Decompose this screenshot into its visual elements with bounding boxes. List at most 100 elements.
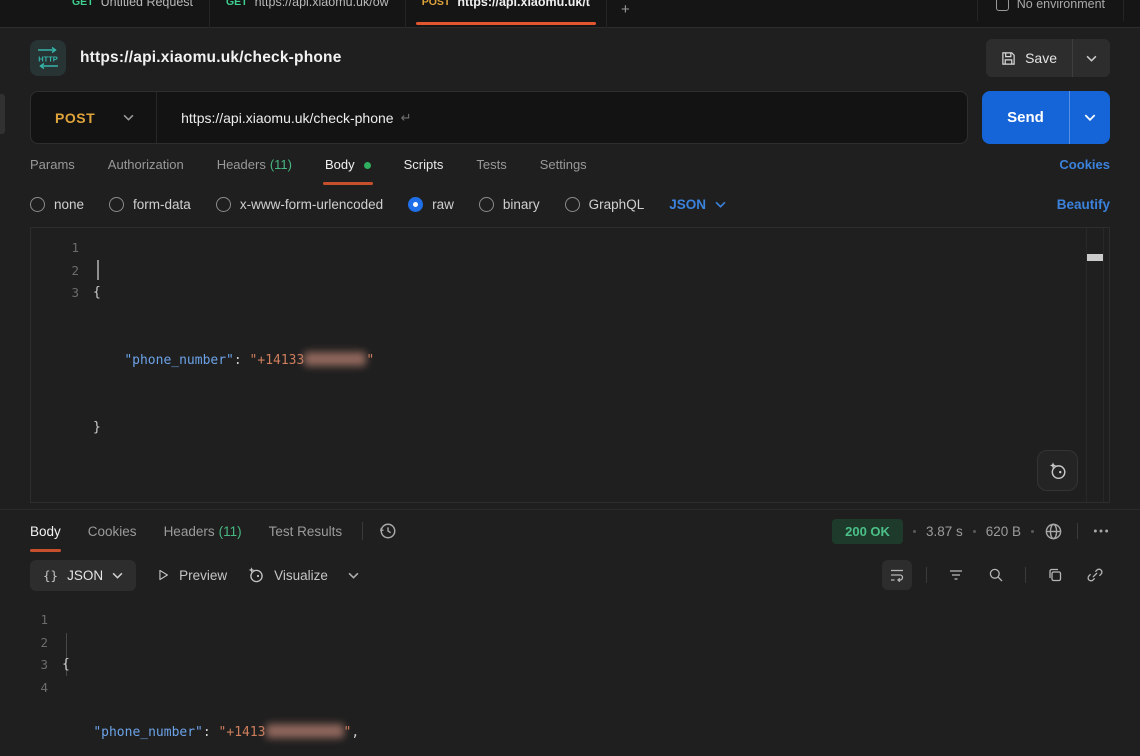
- language-selector[interactable]: JSON: [669, 197, 726, 212]
- mode-graphql[interactable]: GraphQL: [565, 197, 645, 212]
- response-format-label: JSON: [67, 568, 103, 583]
- more-actions-icon[interactable]: [1092, 522, 1110, 540]
- mode-none[interactable]: none: [30, 197, 84, 212]
- mode-binary[interactable]: binary: [479, 197, 540, 212]
- method-label: POST: [55, 110, 95, 126]
- wrap-text-icon[interactable]: [882, 560, 912, 590]
- visualize-button[interactable]: Visualize: [247, 566, 328, 584]
- environment-label: No environment: [1017, 0, 1105, 11]
- dot-separator: [973, 530, 976, 533]
- line-numbers: 1 2 3 4: [0, 609, 48, 699]
- radio-icon[interactable]: [479, 197, 494, 212]
- filter-icon[interactable]: [941, 560, 971, 590]
- response-tab-body[interactable]: Body: [30, 510, 61, 552]
- environment-area: No environment: [977, 0, 1140, 27]
- line-numbers: 1 2 3: [31, 237, 79, 305]
- cookies-link[interactable]: Cookies: [1059, 157, 1110, 185]
- response-body-code[interactable]: { "phone_number": "+1413", "status": "可用…: [62, 609, 1100, 756]
- svg-text:HTTP: HTTP: [38, 55, 58, 64]
- save-icon: [1001, 51, 1016, 66]
- response-format-selector[interactable]: {} JSON: [30, 560, 136, 591]
- window-tabs: GET Untitled Request GET https://api.xia…: [0, 0, 644, 27]
- save-options-chevron-icon[interactable]: [1073, 39, 1110, 77]
- tab-scripts[interactable]: Scripts: [404, 157, 444, 185]
- tab-tests[interactable]: Tests: [476, 157, 506, 185]
- preview-button[interactable]: Preview: [156, 568, 227, 583]
- radio-icon[interactable]: [565, 197, 580, 212]
- response-tab-test-results[interactable]: Test Results: [269, 510, 343, 552]
- chevron-down-icon: [112, 572, 123, 579]
- scrollbar-thumb[interactable]: [1087, 254, 1103, 261]
- beautify-link[interactable]: Beautify: [1057, 197, 1110, 212]
- save-button[interactable]: Save: [986, 39, 1110, 77]
- method-badge-get: GET: [72, 0, 94, 8]
- response-action-icons: [882, 560, 1110, 590]
- sidebar-edge-handle[interactable]: [0, 94, 5, 134]
- mode-form-data[interactable]: form-data: [109, 197, 191, 212]
- braces-icon: {}: [43, 568, 58, 583]
- redacted-digits: [304, 352, 366, 366]
- mode-x-www-form-urlencoded[interactable]: x-www-form-urlencoded: [216, 197, 383, 212]
- new-tab-button[interactable]: +: [607, 0, 644, 27]
- window-tab-label: https://api.xiaomu.uk/t: [457, 0, 590, 9]
- mode-raw[interactable]: raw: [408, 197, 454, 212]
- response-size[interactable]: 620 B: [986, 524, 1021, 539]
- tab-authorization[interactable]: Authorization: [108, 157, 184, 185]
- response-body-viewer[interactable]: 1 2 3 4 { "phone_number": "+1413", "stat…: [0, 600, 1140, 756]
- divider: [362, 522, 363, 540]
- send-options-chevron-icon[interactable]: [1070, 91, 1110, 144]
- dot-separator: [913, 530, 916, 533]
- editor-scrollbar[interactable]: [1086, 228, 1104, 502]
- response-tabs: Body Cookies Headers(11) Test Results: [30, 510, 342, 552]
- response-time[interactable]: 3.87 s: [926, 524, 963, 539]
- view-options-chevron-icon[interactable]: [348, 572, 359, 579]
- link-icon[interactable]: [1080, 560, 1110, 590]
- language-label: JSON: [669, 197, 706, 212]
- method-selector[interactable]: POST: [31, 92, 156, 143]
- request-body-code[interactable]: { "phone_number": "+14133" }: [93, 237, 1069, 485]
- radio-icon[interactable]: [109, 197, 124, 212]
- response-tab-cookies[interactable]: Cookies: [88, 510, 137, 552]
- radio-icon[interactable]: [30, 197, 45, 212]
- window-tab-label: Untitled Request: [101, 0, 193, 9]
- method-badge-post: POST: [422, 0, 451, 8]
- url-row: POST https://api.xiaomu.uk/check-phone ↵…: [0, 82, 1140, 144]
- window-tab-active-request[interactable]: POST https://api.xiaomu.uk/t: [406, 0, 607, 28]
- search-icon[interactable]: [981, 560, 1011, 590]
- response-history-icon[interactable]: [379, 522, 397, 540]
- network-globe-icon[interactable]: [1044, 522, 1063, 541]
- response-status-cluster: 200 OK 3.87 s 620 B: [832, 519, 1110, 544]
- play-icon: [156, 568, 170, 582]
- request-header: HTTP https://api.xiaomu.uk/check-phone S…: [0, 28, 1140, 82]
- request-title: https://api.xiaomu.uk/check-phone: [80, 49, 342, 67]
- url-box: POST https://api.xiaomu.uk/check-phone ↵: [30, 91, 968, 144]
- url-input[interactable]: https://api.xiaomu.uk/check-phone: [157, 110, 393, 126]
- response-headers-count: (11): [219, 524, 242, 539]
- tab-body[interactable]: Body: [325, 157, 371, 185]
- api-client-window: GET Untitled Request GET https://api.xia…: [0, 0, 1140, 756]
- method-chevron-icon: [123, 114, 134, 121]
- radio-selected-icon[interactable]: [408, 197, 423, 212]
- http-request-icon: HTTP: [30, 40, 66, 76]
- dot-separator: [1031, 530, 1034, 533]
- request-body-editor[interactable]: 1 2 3 { "phone_number": "+14133" }: [30, 227, 1110, 503]
- window-tab-untitled[interactable]: GET Untitled Request: [56, 0, 210, 28]
- divider: [926, 567, 927, 583]
- response-tab-headers[interactable]: Headers(11): [164, 510, 242, 552]
- radio-icon[interactable]: [216, 197, 231, 212]
- sparkle-circle-icon: [1048, 461, 1068, 481]
- copy-icon[interactable]: [1040, 560, 1070, 590]
- postbot-button[interactable]: [1037, 450, 1078, 491]
- tab-headers[interactable]: Headers(11): [217, 157, 292, 185]
- status-badge[interactable]: 200 OK: [832, 519, 903, 544]
- window-tab-label: https://api.xiaomu.uk/ow: [255, 0, 389, 9]
- redacted-digits: [266, 724, 344, 738]
- tab-settings[interactable]: Settings: [540, 157, 587, 185]
- return-glyph: ↵: [401, 110, 412, 126]
- tab-params[interactable]: Params: [30, 157, 75, 185]
- send-button[interactable]: Send: [982, 91, 1110, 144]
- body-mode-row: none form-data x-www-form-urlencoded raw…: [0, 185, 1140, 212]
- save-label: Save: [1025, 50, 1057, 66]
- window-tab-request-2[interactable]: GET https://api.xiaomu.uk/ow: [210, 0, 406, 28]
- environment-selector[interactable]: No environment: [977, 0, 1124, 21]
